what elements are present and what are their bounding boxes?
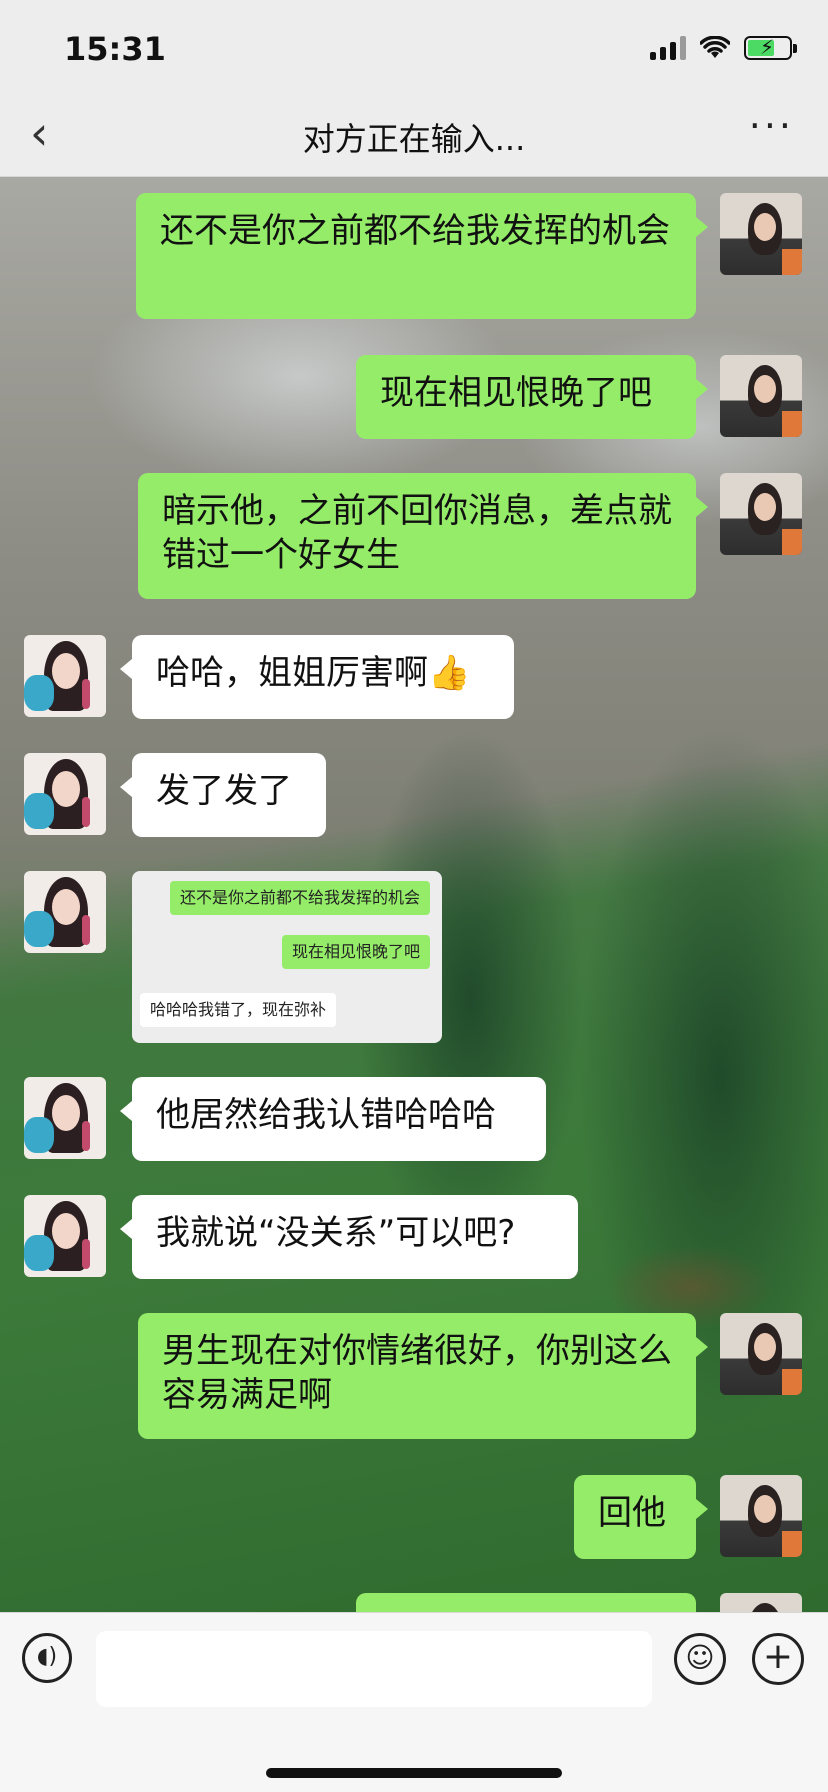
image-message-chat-screenshot[interactable]: 还不是你之前都不给我发挥的机会 现在相见恨晚了吧 哈哈哈我错了，现在弥补	[132, 871, 442, 1043]
quoted-bubble-sent: 还不是你之前都不给我发挥的机会	[169, 881, 430, 915]
my-avatar[interactable]	[720, 1475, 802, 1557]
contact-avatar[interactable]	[24, 871, 106, 953]
my-avatar[interactable]	[720, 1313, 802, 1395]
message-bubble-sent[interactable]: 男生现在对你情绪很好，你别这么容易满足啊	[138, 1313, 708, 1439]
home-indicator-area	[0, 1722, 828, 1792]
message-bubble-sent[interactable]: 暗示他，之前不回你消息，差点就错过一个好女生	[138, 473, 708, 599]
more-dots-icon[interactable]: ···	[749, 104, 794, 148]
my-avatar[interactable]	[720, 473, 802, 555]
message-bubble-received[interactable]: 哈哈，姐姐厉害啊👍	[120, 635, 514, 719]
chat-header: ‹ 对方正在输入... ···	[0, 100, 828, 177]
message-bubble-sent[interactable]: 回他	[574, 1475, 708, 1559]
voice-icon[interactable]: ◖)	[22, 1633, 72, 1683]
contact-avatar[interactable]	[24, 753, 106, 835]
chat-title: 对方正在输入...	[302, 120, 526, 158]
plus-icon[interactable]: +	[752, 1633, 804, 1685]
contact-avatar[interactable]	[24, 1195, 106, 1277]
my-avatar[interactable]	[720, 355, 802, 437]
message-bubble-received[interactable]: 他居然给我认错哈哈哈	[120, 1077, 546, 1161]
status-time: 15:31	[64, 30, 166, 68]
cellular-signal-icon	[650, 36, 686, 60]
message-bubble-received[interactable]: 我就说“没关系”可以吧?	[120, 1195, 578, 1279]
battery-charging-icon: ⚡	[744, 35, 797, 60]
message-bubble-sent[interactable]: 还不是你之前都不给我发挥的机会	[136, 193, 708, 319]
message-bubble-sent[interactable]: 现在相见恨晚了吧	[356, 355, 708, 439]
status-bar: 15:31 ⚡	[0, 0, 828, 100]
my-avatar[interactable]	[720, 193, 802, 275]
contact-avatar[interactable]	[24, 635, 106, 717]
message-input[interactable]	[96, 1631, 652, 1707]
chat-messages[interactable]: 还不是你之前都不给我发挥的机会 现在相见恨晚了吧 暗示他，之前不回你消息，差点就…	[0, 177, 828, 1612]
message-bubble-received[interactable]: 发了发了	[120, 753, 326, 837]
home-indicator[interactable]	[266, 1768, 562, 1778]
status-icons: ⚡	[650, 35, 797, 60]
my-avatar[interactable]	[720, 1593, 802, 1612]
contact-avatar[interactable]	[24, 1077, 106, 1159]
quoted-bubble-sent: 现在相见恨晚了吧	[281, 935, 430, 969]
emoji-icon[interactable]: ☺	[674, 1633, 726, 1685]
message-bubble-sent-partial[interactable]	[356, 1593, 696, 1612]
wifi-icon	[700, 36, 730, 58]
quoted-bubble-received: 哈哈哈我错了，现在弥补	[140, 993, 337, 1027]
input-bar: ◖) ☺ +	[0, 1612, 828, 1723]
